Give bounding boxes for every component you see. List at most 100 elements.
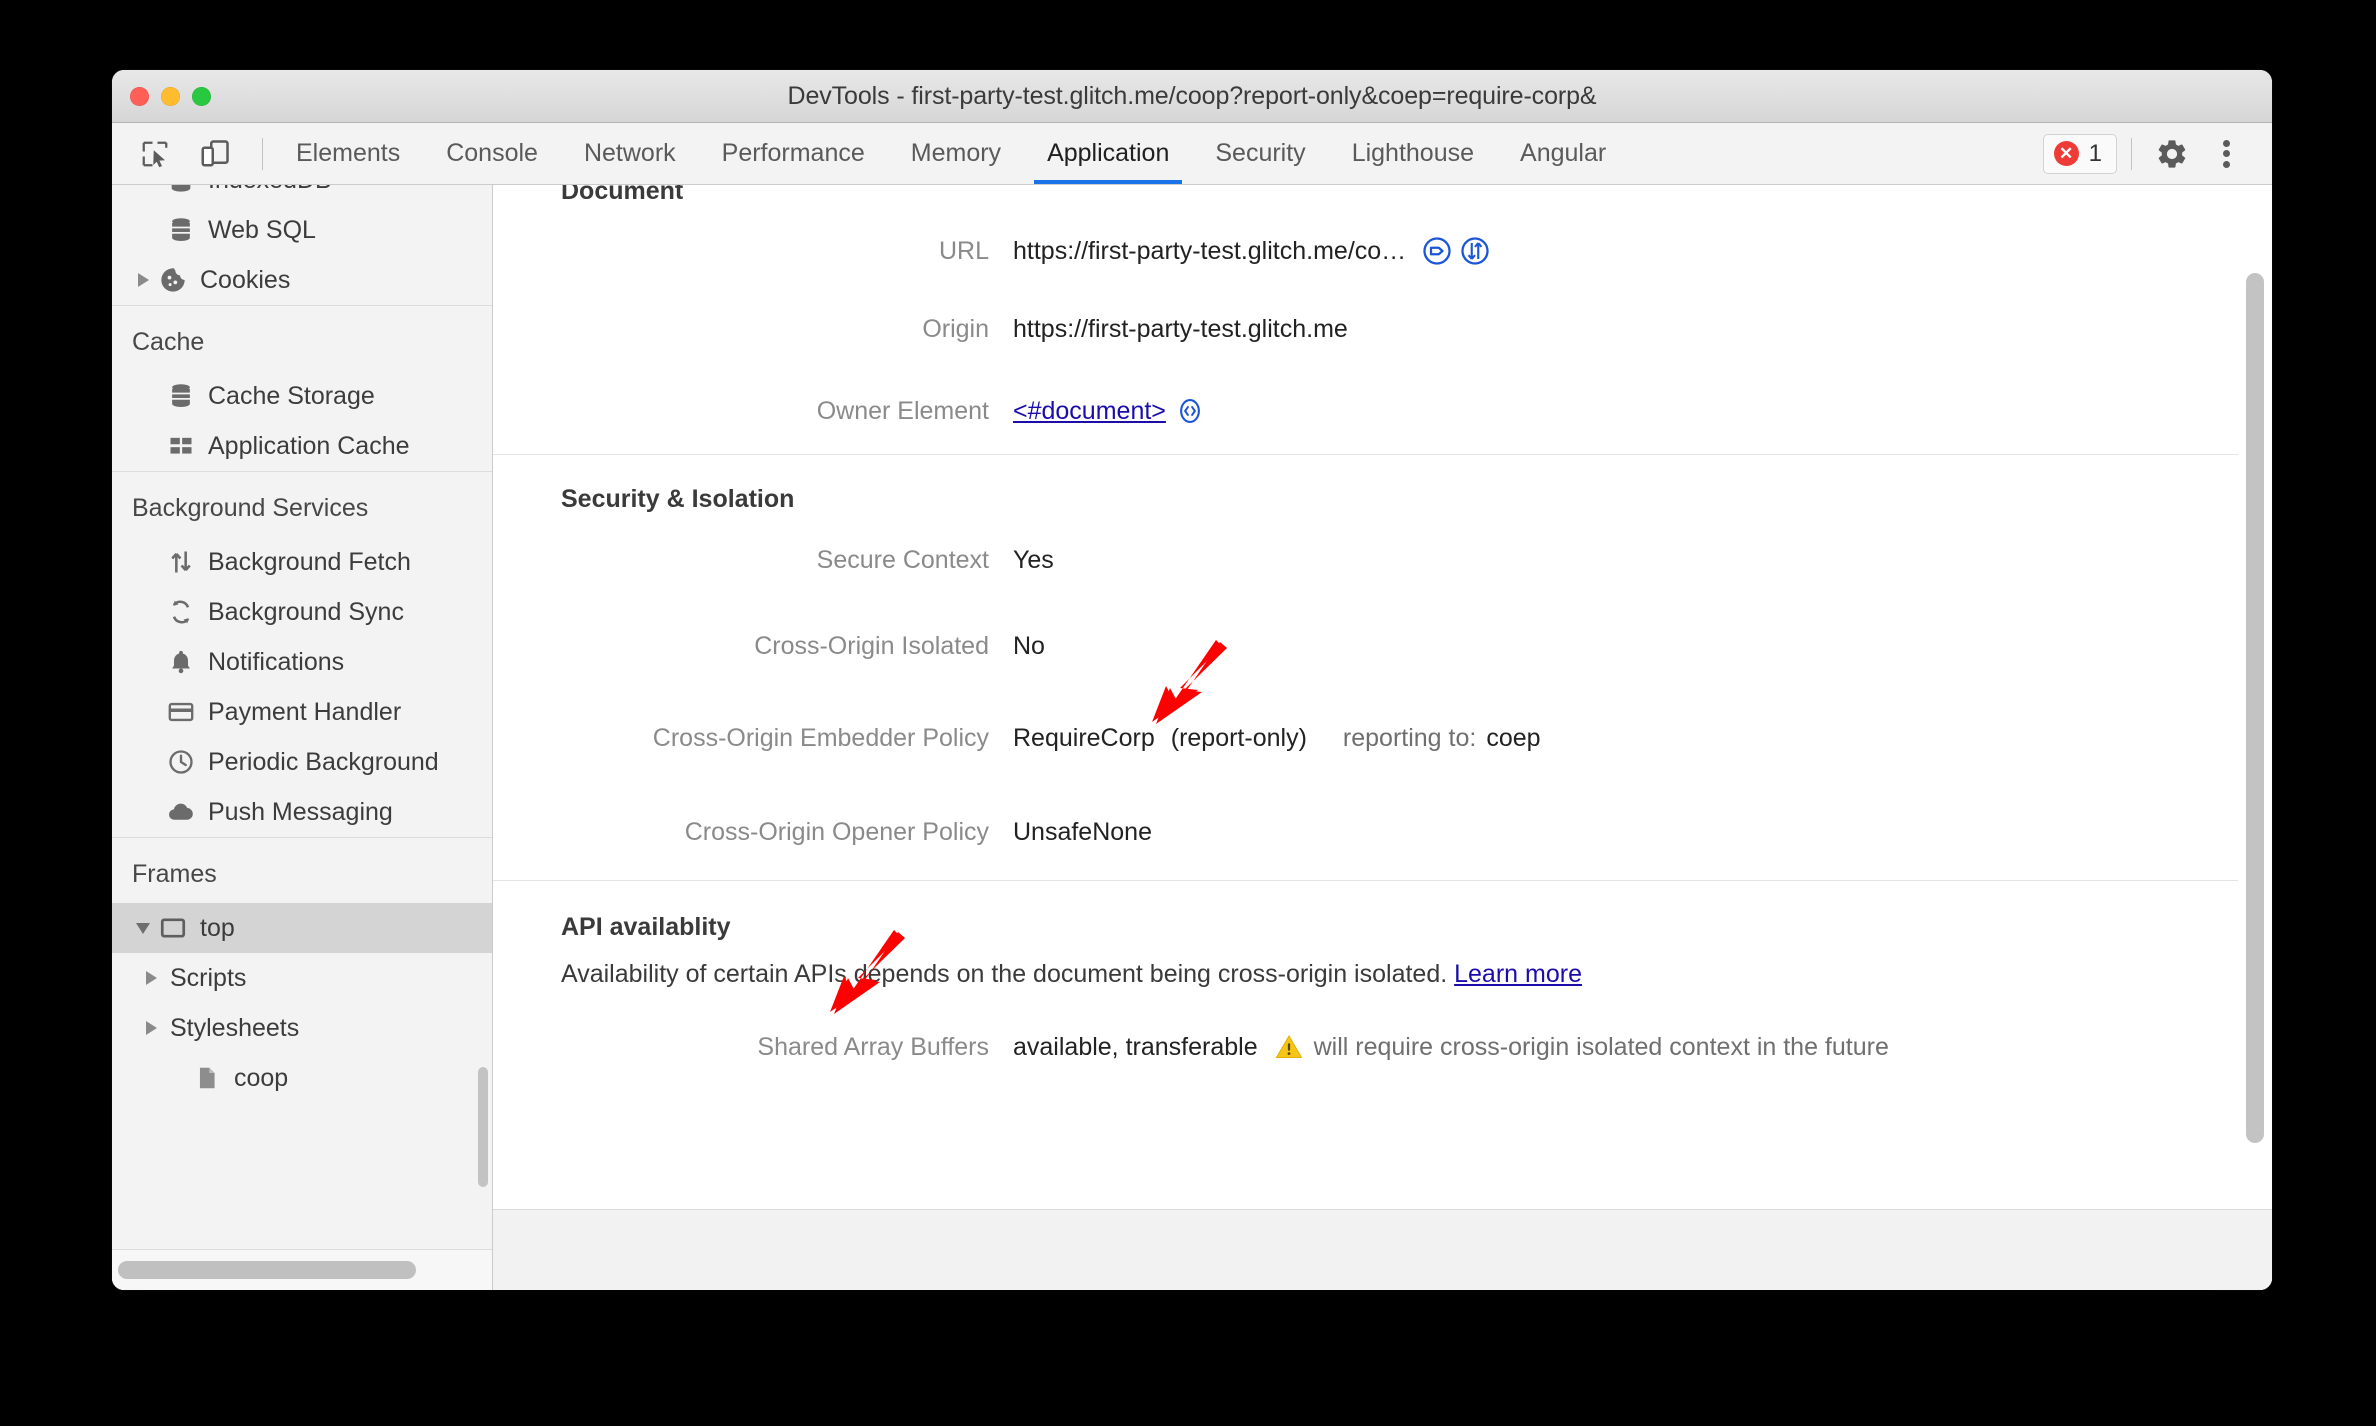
sidebar-item-coop[interactable]: coop <box>112 1053 492 1103</box>
sidebar-hscroll-thumb[interactable] <box>118 1261 416 1279</box>
section-security-isolation: Security & Isolation Secure Context Yes … <box>493 454 2238 880</box>
sidebar-item-payment-handler[interactable]: Payment Handler <box>112 687 492 737</box>
main-scroll-thumb[interactable] <box>2246 273 2264 1143</box>
collapse-triangle-icon[interactable] <box>132 922 154 934</box>
up-down-arrows-icon <box>164 548 198 576</box>
sidebar-group-title: Frames <box>132 860 217 888</box>
sidebar-item-label: Scripts <box>170 963 247 992</box>
sidebar-item-top-frame[interactable]: top <box>112 903 492 953</box>
tab-network[interactable]: Network <box>561 123 699 184</box>
sidebar-item-label: Application Cache <box>208 431 410 460</box>
credit-card-icon <box>164 698 198 726</box>
main-vertical-scrollbar[interactable] <box>2246 195 2264 1280</box>
section-document: Document URL https://first-party-test.gl… <box>493 185 2238 454</box>
sidebar-group-title: Background Services <box>132 494 369 522</box>
database-icon <box>164 382 198 410</box>
network-jump-icon[interactable] <box>1460 236 1490 266</box>
gear-icon <box>2158 139 2186 168</box>
tab-lighthouse[interactable]: Lighthouse <box>1329 123 1497 184</box>
expand-triangle-icon[interactable] <box>140 1021 162 1035</box>
tab-label: Memory <box>910 139 1002 167</box>
row-key-coep: Cross-Origin Embedder Policy <box>652 723 989 752</box>
tab-console[interactable]: Console <box>423 123 561 184</box>
sidebar-item-application-cache[interactable]: Application Cache <box>112 421 492 471</box>
tag-icon[interactable] <box>1422 236 1452 266</box>
sidebar-item-periodic-background[interactable]: Periodic Background <box>112 737 492 787</box>
row-value-coep: RequireCorp (report-only) reporting to: … <box>1013 724 1541 753</box>
window-title: DevTools - first-party-test.glitch.me/co… <box>787 81 1597 110</box>
expand-triangle-icon[interactable] <box>132 273 154 287</box>
panel-tabs: Elements Console Network Performance Mem… <box>273 123 1629 184</box>
sidebar-item-background-sync[interactable]: Background Sync <box>112 587 492 637</box>
error-count-badge[interactable]: ✕ 1 <box>2042 133 2117 174</box>
sidebar-horizontal-scrollbar[interactable] <box>112 1249 492 1290</box>
grid-icon <box>164 432 198 460</box>
sidebar-item-label: Notifications <box>208 647 345 676</box>
learn-more-link[interactable]: Learn more <box>1454 960 1582 988</box>
main-panel-footer <box>493 1209 2272 1290</box>
sidebar-item-web-sql[interactable]: Web SQL <box>112 205 492 255</box>
sidebar-item-label: Background Sync <box>208 597 404 626</box>
sidebar-item-label: Background Fetch <box>208 547 411 576</box>
sidebar-item-label: Periodic Background <box>208 747 439 776</box>
sidebar-item-stylesheets[interactable]: Stylesheets <box>112 1003 492 1053</box>
sidebar-item-label: top <box>200 913 235 942</box>
section-heading-document: Document <box>561 185 684 205</box>
tab-elements[interactable]: Elements <box>273 123 423 184</box>
more-options-button[interactable] <box>2202 128 2250 180</box>
tab-application[interactable]: Application <box>1024 123 1192 184</box>
sidebar-item-push-messaging[interactable]: Push Messaging <box>112 787 492 837</box>
sab-value-text: available, transferable <box>1013 1032 1258 1061</box>
tabstrip-tool-icons <box>132 123 252 184</box>
frame-details-panel: Document URL https://first-party-test.gl… <box>493 185 2272 1290</box>
row-origin: Origin https://first-party-test.glitch.m… <box>493 290 2238 368</box>
expand-triangle-icon[interactable] <box>140 971 162 985</box>
window-traffic-lights[interactable] <box>130 70 211 122</box>
tabstrip-right-controls: ✕ 1 <box>2042 123 2272 184</box>
section-heading-api-availability: API availablity <box>561 913 731 941</box>
inspect-element-button[interactable] <box>132 131 178 177</box>
api-availability-note: Availability of certain APIs depends on … <box>493 948 2238 1007</box>
error-circle-icon: ✕ <box>2053 141 2079 166</box>
tab-label: Console <box>446 139 538 167</box>
application-sidebar: IndexedDB Web SQL <box>112 185 493 1290</box>
sidebar-item-label: coop <box>234 1063 289 1092</box>
sidebar-item-background-fetch[interactable]: Background Fetch <box>112 537 492 587</box>
devtools-body: IndexedDB Web SQL <box>112 185 2272 1290</box>
zoom-button[interactable] <box>192 86 211 106</box>
sidebar-scroll-area: IndexedDB Web SQL <box>112 185 492 1249</box>
row-key-coop: Cross-Origin Opener Policy <box>684 817 989 846</box>
minimize-button[interactable] <box>161 86 180 106</box>
warning-triangle-icon <box>1274 1032 1304 1062</box>
row-secure-context: Secure Context Yes <box>493 520 2238 600</box>
tab-label: Network <box>583 139 676 167</box>
tab-security[interactable]: Security <box>1192 123 1328 184</box>
origin-value-text: https://first-party-test.glitch.me <box>1013 314 1348 343</box>
device-toolbar-button[interactable] <box>192 131 238 177</box>
settings-button[interactable] <box>2146 128 2198 180</box>
sidebar-group-storage: IndexedDB Web SQL <box>112 185 492 305</box>
row-key-cross-origin-isolated: Cross-Origin Isolated <box>754 631 989 660</box>
sidebar-item-label: Cookies <box>200 265 291 294</box>
tab-label: Performance <box>721 139 865 167</box>
tab-angular[interactable]: Angular <box>1497 123 1629 184</box>
owner-element-link[interactable]: <#document> <box>1013 397 1166 426</box>
close-button[interactable] <box>130 86 149 106</box>
row-key-origin: Origin <box>922 314 989 343</box>
sidebar-item-cookies[interactable]: Cookies <box>112 255 492 305</box>
sidebar-vertical-scrollbar[interactable] <box>476 187 490 1232</box>
sidebar-item-notifications[interactable]: Notifications <box>112 637 492 687</box>
row-coep: Cross-Origin Embedder Policy RequireCorp… <box>493 692 2238 784</box>
tab-memory[interactable]: Memory <box>888 123 1024 184</box>
row-value-url: https://first-party-test.glitch.me/co… <box>1013 236 1490 266</box>
sidebar-scroll-thumb[interactable] <box>478 1067 488 1187</box>
coep-value-text: RequireCorp <box>1013 723 1155 752</box>
row-coop: Cross-Origin Opener Policy UnsafeNone <box>493 784 2238 880</box>
api-availability-note-text: Availability of certain APIs depends on … <box>561 960 1448 988</box>
sidebar-item-indexeddb[interactable]: IndexedDB <box>112 185 492 205</box>
code-icon[interactable] <box>1176 397 1204 425</box>
sidebar-item-cache-storage[interactable]: Cache Storage <box>112 371 492 421</box>
tab-performance[interactable]: Performance <box>699 123 888 184</box>
sidebar-item-scripts[interactable]: Scripts <box>112 953 492 1003</box>
sab-warning-text: will require cross-origin isolated conte… <box>1313 1032 1889 1061</box>
